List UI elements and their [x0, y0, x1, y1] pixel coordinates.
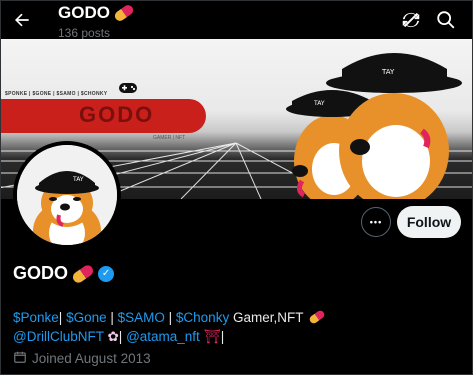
verified-badge-icon[interactable]: ✓	[98, 265, 115, 282]
profile-bio: $Ponke| $Gone | $SAMO | $Chonky Gamer,NF…	[13, 308, 327, 346]
joined-text: Joined August 2013	[32, 351, 151, 366]
follow-button[interactable]: Follow	[397, 206, 461, 238]
svg-text:TAY: TAY	[313, 100, 325, 107]
joined-date: Joined August 2013	[13, 350, 151, 367]
pill-icon	[113, 3, 135, 23]
top-bar: GODO 136 posts	[1, 1, 472, 40]
post-count: 136 posts	[58, 26, 111, 40]
ticker-link-chonky[interactable]: $Chonky	[176, 310, 229, 325]
bio-separator: |	[118, 329, 127, 344]
bio-separator: |	[164, 310, 176, 325]
mention-link-atama-nft[interactable]: @atama_nft	[126, 329, 200, 344]
profile-page: GODO 136 posts $PONKE | $GONE | $SAMO | …	[0, 0, 473, 375]
avatar[interactable]: TAY	[13, 141, 121, 249]
svg-text:TAY: TAY	[381, 68, 395, 76]
ticker-link-gone[interactable]: $Gone	[66, 310, 107, 325]
search-icon[interactable]	[435, 9, 457, 31]
bio-line-2: @DrillClubNFT ✿| @atama_nft ⛩|	[13, 327, 327, 346]
banner-subtitle: GAMER | NFT	[153, 135, 186, 141]
bio-separator: |	[220, 329, 225, 344]
gamepad-icon	[118, 81, 138, 100]
svg-text:TAY: TAY	[72, 176, 84, 183]
bio-separator: |	[58, 310, 67, 325]
ticker-link-ponke[interactable]: $Ponke	[13, 310, 59, 325]
arrow-left-icon[interactable]	[9, 7, 35, 33]
avatar-image: TAY	[17, 145, 117, 245]
banner-tickers: $PONKE | $GONE | $SAMO | $CHONKY	[5, 91, 108, 97]
more-options-button[interactable]: •••	[361, 207, 391, 237]
banner-dogs-art: TAY TAY	[286, 53, 462, 199]
flower-icon: ✿	[107, 329, 119, 344]
display-name: GODO	[13, 263, 69, 283]
header-title-text: GODO	[58, 3, 110, 22]
header-title: GODO	[58, 3, 134, 23]
pill-icon	[71, 263, 95, 285]
ticker-link-samo[interactable]: $SAMO	[118, 310, 165, 325]
bio-separator: |	[106, 310, 118, 325]
torii-gate-icon: ⛩	[203, 329, 221, 344]
banner-logo: GODO	[79, 102, 155, 127]
bio-text-gamer: Gamer,NFT	[229, 310, 304, 325]
refresh-icon[interactable]	[400, 9, 422, 31]
profile-name-row: GODO ✓	[13, 263, 115, 285]
header-title-block: GODO 136 posts	[58, 3, 134, 40]
calendar-icon	[13, 350, 27, 367]
pill-icon	[308, 309, 326, 325]
more-icon: •••	[369, 217, 383, 227]
mention-link-drillclubnft[interactable]: @DrillClubNFT	[13, 329, 104, 344]
bio-line-1: $Ponke| $Gone | $SAMO | $Chonky Gamer,NF…	[13, 308, 327, 327]
